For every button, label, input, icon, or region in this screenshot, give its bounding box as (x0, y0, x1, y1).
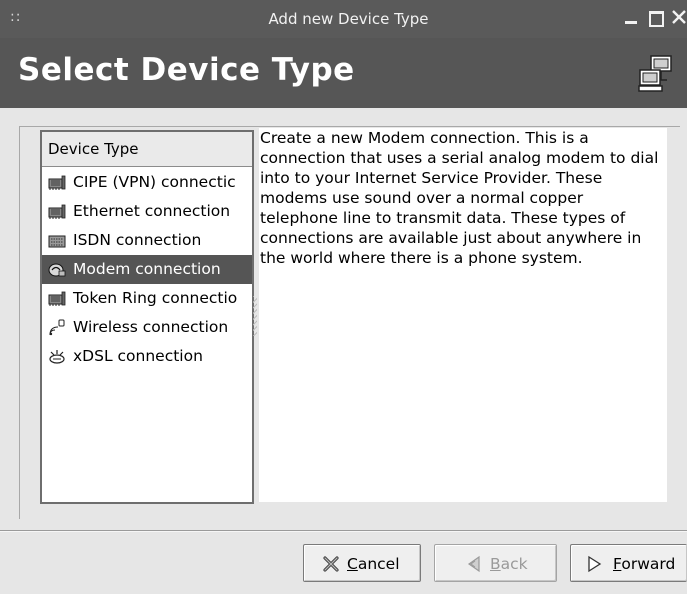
list-item-token-ring[interactable]: Token Ring connectio (42, 284, 252, 313)
wireless-icon (49, 319, 65, 336)
description-line: modems use sound over a normal copper (260, 189, 584, 207)
add-device-type-window: :: Add new Device Type Select Device Typ… (0, 0, 687, 594)
cancel-x-icon (323, 556, 339, 572)
list-item-ethernet[interactable]: Ethernet connection (42, 197, 252, 226)
forward-arrow-icon (588, 555, 602, 573)
minimize-button[interactable] (622, 8, 640, 26)
modem-icon (48, 263, 66, 277)
page-title: Select Device Type (18, 52, 355, 88)
title-bar[interactable]: :: Add new Device Type (0, 0, 687, 38)
network-computers-icon (638, 55, 672, 92)
back-button-label: Back (490, 555, 528, 573)
maximize-button[interactable] (646, 8, 664, 27)
button-area-separator (0, 530, 687, 532)
minimize-icon (625, 21, 637, 24)
list-item-label: xDSL connection (73, 347, 203, 365)
forward-button-label: Forward (613, 555, 676, 573)
header-banner: Select Device Type (0, 38, 687, 108)
description-line: telephone line to transmit data. These t… (260, 209, 626, 227)
close-button[interactable] (670, 8, 687, 26)
list-item-label: ISDN connection (73, 231, 202, 249)
description-line: connections are available just about any… (260, 229, 642, 247)
cancel-button-label: Cancel (347, 555, 400, 573)
cancel-button[interactable]: Cancel (303, 544, 421, 582)
isdn-card-icon (48, 235, 66, 248)
network-card-icon (48, 204, 66, 219)
description-line: connection that uses a serial analog mod… (260, 149, 659, 167)
close-icon (672, 10, 686, 24)
list-item-cipe[interactable]: CIPE (VPN) connectic (42, 168, 252, 197)
window-title: Add new Device Type (268, 10, 429, 28)
maximize-icon (649, 11, 664, 27)
list-item-label: Token Ring connectio (73, 289, 238, 307)
pane-splitter-handle[interactable] (253, 296, 257, 336)
column-header-device-type[interactable]: Device Type (42, 132, 252, 167)
description-line: into to your Internet Service Provider. … (260, 169, 603, 187)
list-item-xdsl[interactable]: xDSL connection (42, 342, 252, 371)
list-item-isdn[interactable]: ISDN connection (42, 226, 252, 255)
device-type-list[interactable]: Device Type CIPE (VPN) connectic Etherne… (40, 130, 254, 504)
forward-button[interactable]: Forward (570, 544, 687, 582)
list-item-label: Modem connection (73, 260, 221, 278)
list-item-wireless[interactable]: Wireless connection (42, 313, 252, 342)
list-item-label: Wireless connection (73, 318, 229, 336)
xdsl-icon (49, 350, 65, 364)
list-item-label: Ethernet connection (73, 202, 231, 220)
device-description: Create a new Modem connection. This is a… (259, 128, 667, 502)
list-item-modem[interactable]: Modem connection (42, 255, 252, 284)
back-button[interactable]: Back (434, 544, 557, 582)
network-card-icon (48, 175, 66, 190)
back-arrow-icon (467, 555, 480, 573)
network-card-icon (48, 291, 66, 306)
list-item-label: CIPE (VPN) connectic (73, 173, 236, 191)
description-line: the world where there is a phone system. (260, 249, 583, 267)
description-line: Create a new Modem connection. This is a (260, 129, 589, 147)
